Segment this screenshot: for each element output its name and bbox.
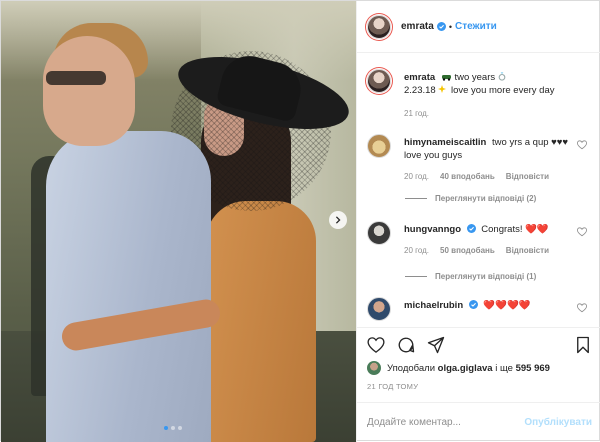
comment-like-heart-icon[interactable] xyxy=(577,227,587,237)
share-paper-plane-icon[interactable] xyxy=(427,336,445,354)
caption-text-part3: love you more every day xyxy=(450,85,555,96)
author-avatar[interactable] xyxy=(367,14,391,39)
comment-input[interactable] xyxy=(367,417,525,428)
caption-text: emrata two years 2.23.18 love you more e… xyxy=(404,71,569,97)
comment-like-heart-icon[interactable] xyxy=(577,303,587,313)
car-emoji-icon xyxy=(441,75,451,81)
comments-list: emrata two years 2.23.18 love you more e… xyxy=(357,61,600,326)
comment-likes-count[interactable]: 40 вподобань xyxy=(440,172,495,181)
caption-text-part1: two years xyxy=(454,72,496,83)
publish-button[interactable]: Опублікувати xyxy=(524,417,592,428)
view-replies-button[interactable]: Переглянути відповіді (2) xyxy=(405,194,536,203)
photo-sunglasses xyxy=(46,71,106,85)
instagram-post: emrata • Стежити emrata two years 2.23.1… xyxy=(0,0,600,442)
comment-avatar[interactable] xyxy=(367,221,391,245)
caption-text-part2: 2.23.18 xyxy=(404,85,436,96)
comment-username[interactable]: michaelrubin xyxy=(404,300,463,311)
carousel-dot xyxy=(178,426,182,430)
comment-meta: 20 год. 40 вподобань Відповісти xyxy=(404,172,549,181)
save-bookmark-icon[interactable] xyxy=(574,336,592,354)
view-replies-label: Переглянути відповіді (1) xyxy=(435,272,537,281)
caption-avatar[interactable] xyxy=(367,69,391,93)
comment-like-heart-icon[interactable] xyxy=(577,140,587,150)
comment-meta: 20 год. 50 вподобань Відповісти xyxy=(404,246,549,255)
post-actions-bar xyxy=(357,327,600,363)
comment-text: michaelrubin ❤️❤️❤️❤️ xyxy=(404,299,569,312)
caption-username[interactable]: emrata xyxy=(404,72,435,83)
author-username[interactable]: emrata xyxy=(401,21,434,32)
likes-count[interactable]: 595 969 xyxy=(516,363,550,374)
photo-man-shirt xyxy=(46,131,211,442)
view-replies-button[interactable]: Переглянути відповіді (1) xyxy=(405,272,536,281)
comment-reply-button[interactable]: Відповісти xyxy=(506,172,549,181)
comment-body: Congrats! ❤️❤️ xyxy=(481,224,549,235)
comment-time[interactable]: 20 год. xyxy=(404,246,429,255)
comment-body: ❤️❤️❤️❤️ xyxy=(483,300,531,311)
comment-reply-button[interactable]: Відповісти xyxy=(506,246,549,255)
likes-summary: Уподобали olga.giglava і ще 595 969 xyxy=(367,361,550,375)
replies-divider-line xyxy=(405,198,427,199)
replies-divider-line xyxy=(405,276,427,277)
carousel-next-button[interactable] xyxy=(329,211,347,229)
comment-text: himynameiscaitlin two yrs a qup ♥♥♥ love… xyxy=(404,136,569,162)
post-caption: emrata two years 2.23.18 love you more e… xyxy=(367,69,597,121)
like-heart-icon[interactable] xyxy=(367,336,385,354)
comment-item: michaelrubin ❤️❤️❤️❤️ xyxy=(367,297,597,326)
comment-bubble-icon[interactable] xyxy=(397,336,415,354)
comment-text: hungvanngo Congrats! ❤️❤️ xyxy=(404,223,569,236)
ring-emoji-icon xyxy=(498,72,506,81)
sparkles-emoji-icon xyxy=(438,85,447,93)
liker-username[interactable]: olga.giglava xyxy=(438,363,493,374)
likes-prefix: Уподобали xyxy=(387,362,436,374)
caption-time[interactable]: 21 год. xyxy=(404,109,429,118)
comment-avatar[interactable] xyxy=(367,134,391,158)
post-header: emrata • Стежити xyxy=(357,1,600,53)
carousel-dot-active xyxy=(164,426,168,430)
comment-likes-count[interactable]: 50 вподобань xyxy=(440,246,495,255)
header-separator: • xyxy=(448,21,452,32)
comment-username[interactable]: himynameiscaitlin xyxy=(404,137,486,148)
post-timestamp[interactable]: 21 ГОД ТОМУ xyxy=(367,382,418,391)
add-comment-bar: Опублікувати xyxy=(357,402,600,442)
comment-avatar[interactable] xyxy=(367,297,391,321)
comment-time[interactable]: 20 год. xyxy=(404,172,429,181)
caption-meta: 21 год. xyxy=(404,109,429,118)
verified-badge-icon xyxy=(468,300,478,309)
view-replies-label: Переглянути відповіді (2) xyxy=(435,194,537,203)
liker-avatar[interactable] xyxy=(367,361,381,375)
carousel-dot xyxy=(171,426,175,430)
photo-man-head xyxy=(43,36,135,146)
photo-woman-coat xyxy=(206,201,316,442)
post-side-panel: emrata • Стежити emrata two years 2.23.1… xyxy=(356,1,600,442)
carousel-dots xyxy=(164,426,182,430)
follow-button[interactable]: Стежити xyxy=(455,21,497,32)
chevron-right-icon xyxy=(335,216,341,224)
likes-middle: і ще xyxy=(495,362,513,374)
post-photo[interactable] xyxy=(1,1,356,442)
comment-username[interactable]: hungvanngo xyxy=(404,224,461,235)
verified-badge-icon xyxy=(466,224,476,233)
verified-badge-icon xyxy=(436,22,446,31)
